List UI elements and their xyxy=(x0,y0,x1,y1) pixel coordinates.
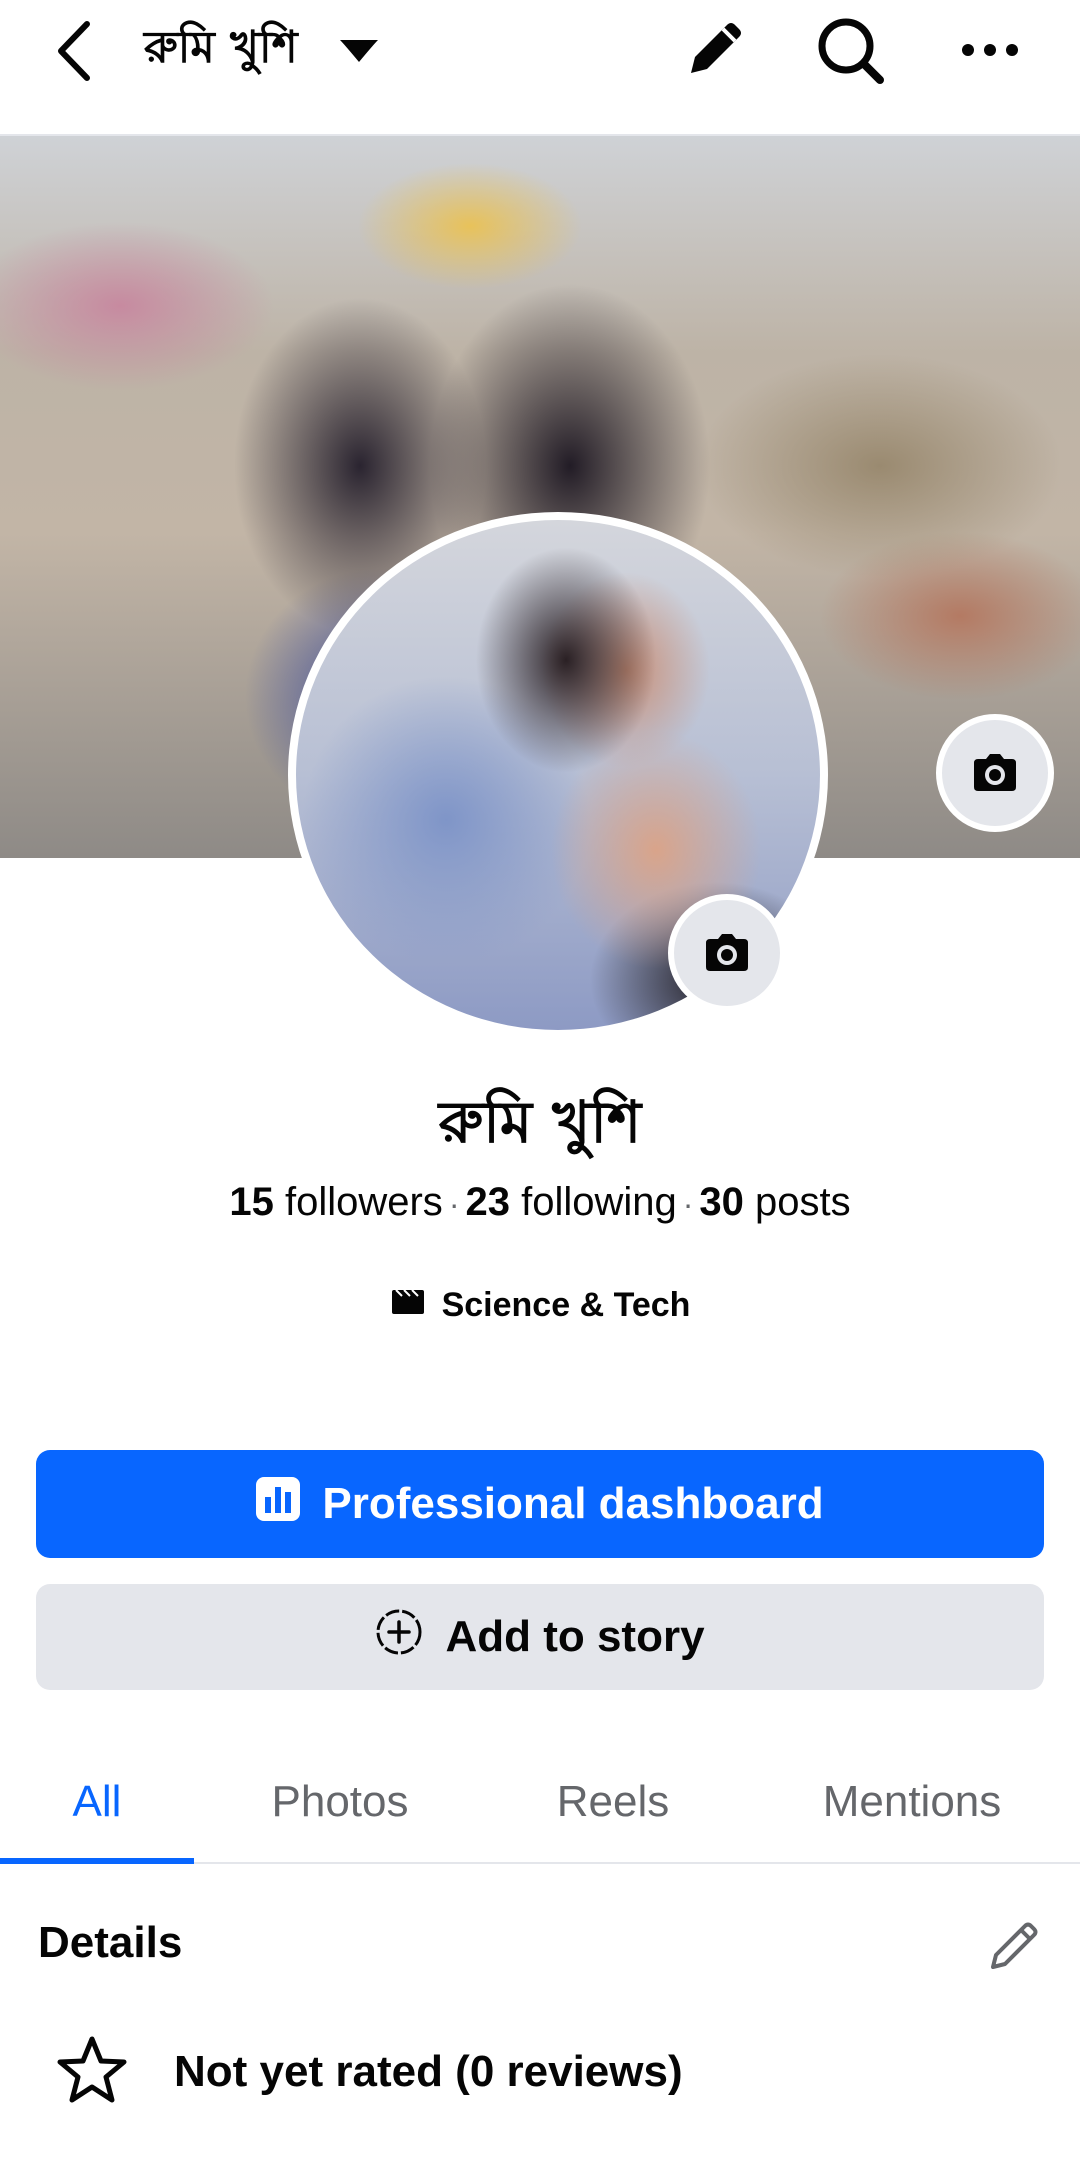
rating-row[interactable]: Not yet rated (0 reviews) xyxy=(56,2032,683,2112)
tab-reels[interactable]: Reels xyxy=(520,1740,706,1864)
followers-count[interactable]: 15 xyxy=(229,1180,274,1224)
clapperboard-icon xyxy=(390,1286,426,1325)
pencil-icon[interactable] xyxy=(676,12,752,88)
add-to-story-button[interactable]: Add to story xyxy=(36,1584,1044,1690)
header-title[interactable]: রুমি খুশি xyxy=(144,20,298,80)
profile-tabs: All Photos Reels Mentions xyxy=(0,1740,1080,1864)
tab-photos[interactable]: Photos xyxy=(240,1740,440,1864)
caret-down-icon[interactable] xyxy=(334,28,384,72)
star-icon xyxy=(56,2035,128,2110)
rating-text: Not yet rated (0 reviews) xyxy=(174,2047,683,2096)
separator: · xyxy=(448,1186,460,1222)
following-count[interactable]: 23 xyxy=(465,1180,510,1224)
camera-icon[interactable] xyxy=(668,894,786,1012)
followers-label[interactable]: followers xyxy=(285,1180,443,1224)
tab-all[interactable]: All xyxy=(0,1740,194,1864)
details-title: Details xyxy=(38,1918,183,1967)
separator: · xyxy=(682,1186,694,1222)
tab-mentions[interactable]: Mentions xyxy=(790,1740,1034,1864)
following-label[interactable]: following xyxy=(521,1180,677,1224)
posts-count: 30 xyxy=(699,1180,744,1224)
posts-label: posts xyxy=(755,1180,851,1224)
pencil-icon[interactable] xyxy=(980,1910,1050,1980)
add-circle-icon xyxy=(375,1608,423,1667)
active-tab-indicator xyxy=(0,1858,194,1864)
profile-name: রুমি খুশি xyxy=(438,1088,642,1156)
camera-icon[interactable] xyxy=(936,714,1054,832)
search-icon[interactable] xyxy=(812,12,888,88)
category-label: Science & Tech xyxy=(441,1286,691,1324)
bar-chart-icon xyxy=(256,1476,301,1532)
more-icon[interactable] xyxy=(952,12,1028,88)
add-to-story-label: Add to story xyxy=(445,1612,705,1661)
professional-dashboard-button[interactable]: Professional dashboard xyxy=(36,1450,1044,1558)
category-row: Science & Tech xyxy=(0,1286,1080,1325)
top-bar: রুমি খুশি xyxy=(0,0,1080,136)
profile-stats: 15 followers · 23 following · 30 posts xyxy=(0,1180,1080,1225)
back-arrow-icon[interactable] xyxy=(40,14,106,88)
professional-dashboard-label: Professional dashboard xyxy=(322,1479,824,1528)
